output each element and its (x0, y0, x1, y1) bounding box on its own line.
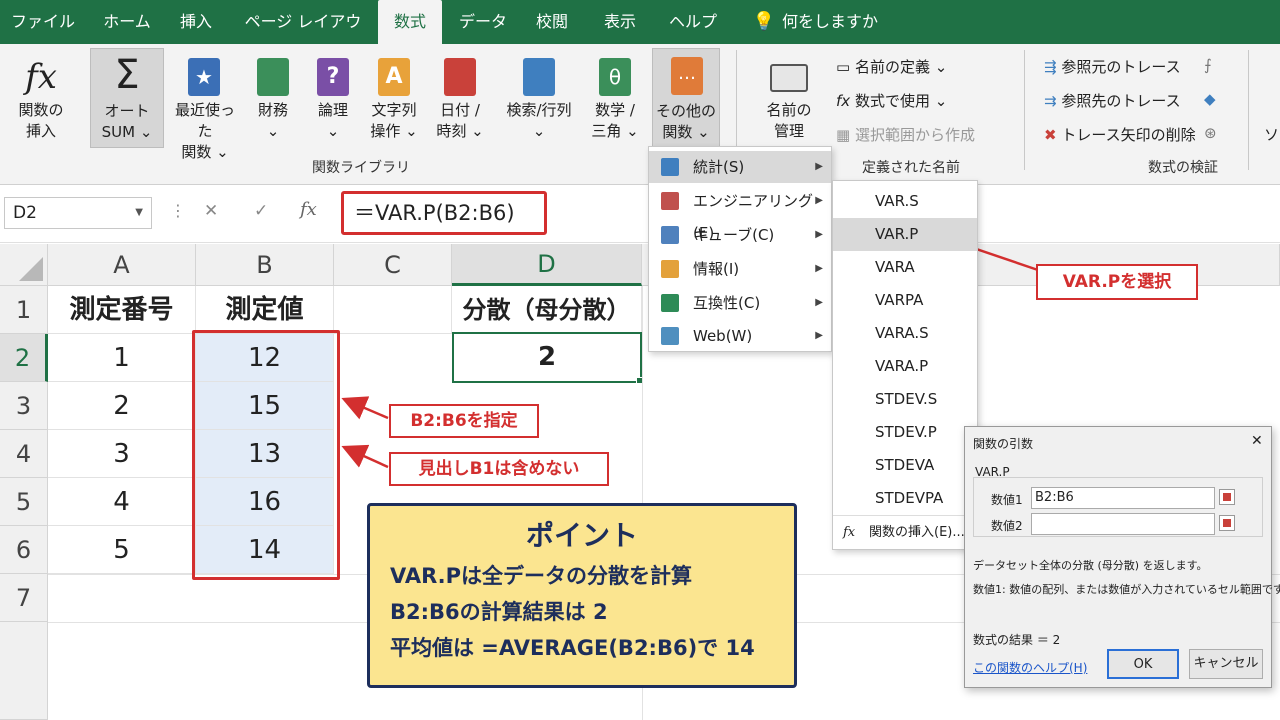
point-line-1: VAR.Pは全データの分散を計算 (390, 564, 693, 588)
cube-label: キューブ(C) (693, 226, 775, 244)
close-icon[interactable]: ✕ (1251, 433, 1263, 449)
stat-item-vara-p[interactable]: VARA.P (833, 350, 977, 383)
insert-function-label: 関数の挿入(E)... (869, 525, 965, 540)
collapse-dialog-icon[interactable] (1219, 489, 1235, 505)
range-select-icon (1223, 493, 1231, 501)
arg1-input[interactable]: B2:B6 (1031, 487, 1215, 509)
arg2-label: 数値2 (991, 519, 1023, 533)
dialog-title: 関数の引数 (973, 437, 1034, 451)
information-icon (661, 260, 679, 278)
fx-icon: fx (843, 525, 856, 540)
statistical-submenu: VAR.S VAR.P VARA VARPA VARA.S VARA.P STD… (832, 180, 978, 550)
menu-item-information[interactable]: 情報(I) ▶ (649, 253, 831, 285)
menu-item-statistical[interactable]: 統計(S) ▶ (649, 151, 831, 183)
stat-item-stdeva[interactable]: STDEVA (833, 449, 977, 482)
more-functions-menu: 統計(S) ▶ エンジニアリング(E) ▶ キューブ(C) ▶ 情報(I) ▶ … (648, 146, 832, 352)
engineering-icon (661, 192, 679, 210)
formula-result: 数式の結果 ＝ 2 (973, 633, 1061, 647)
argument-description: 数値1: 数値の配列、または数値が入力されているセル範囲です。 (973, 583, 1280, 596)
information-label: 情報(I) (693, 260, 740, 278)
submenu-arrow-icon: ▶ (815, 161, 823, 172)
web-icon (661, 327, 679, 345)
function-help-link[interactable]: この関数のヘルプ(H) (973, 659, 1087, 676)
collapse-dialog-icon[interactable] (1219, 515, 1235, 531)
arg2-input[interactable] (1031, 513, 1215, 535)
menu-item-engineering[interactable]: エンジニアリング(E) ▶ (649, 185, 831, 242)
point-line-2: B2:B6の計算結果は 2 (390, 600, 608, 624)
stat-item-var-p[interactable]: VAR.P (833, 218, 977, 251)
callout-range: B2:B6を指定 (389, 404, 539, 438)
function-description: データセット全体の分散 (母分散) を返します。 (973, 559, 1208, 572)
compatibility-icon (661, 294, 679, 312)
point-line-3: 平均値は =AVERAGE(B2:B6)で 14 (390, 636, 755, 660)
callout-no-header: 見出しB1は含めない (389, 452, 609, 486)
menu-item-web[interactable]: Web(W) ▶ (649, 321, 831, 353)
stat-item-stdevpa[interactable]: STDEVPA (833, 482, 977, 515)
arrow-to-range (341, 396, 389, 420)
submenu-arrow-icon: ▶ (815, 263, 823, 274)
point-note-box: ポイント VAR.Pは全データの分散を計算 B2:B6の計算結果は 2 平均値は… (367, 503, 797, 688)
stat-item-varpa[interactable]: VARPA (833, 284, 977, 317)
stat-item-stdev-s[interactable]: STDEV.S (833, 383, 977, 416)
menu-divider (833, 515, 977, 516)
stat-insert-function[interactable]: fx 関数の挿入(E)... (833, 517, 977, 549)
point-title: ポイント (525, 519, 638, 552)
submenu-arrow-icon: ▶ (815, 195, 823, 206)
menu-item-cube[interactable]: キューブ(C) ▶ (649, 219, 831, 251)
function-arguments-dialog: 関数の引数 ✕ VAR.P 数値1 B2:B6 数値2 データセット全体の分散 … (964, 426, 1280, 688)
stat-item-var-s[interactable]: VAR.S (833, 185, 977, 218)
ok-button[interactable]: OK (1107, 649, 1179, 679)
cube-icon (661, 226, 679, 244)
web-label: Web(W) (693, 327, 753, 345)
submenu-arrow-icon: ▶ (815, 229, 823, 240)
statistical-label: 統計(S) (693, 158, 745, 176)
range-select-icon (1223, 519, 1231, 527)
callout-select-varp: VAR.Pを選択 (1036, 264, 1198, 300)
arrow-to-header (341, 444, 389, 469)
stat-item-vara[interactable]: VARA (833, 251, 977, 284)
statistical-icon (661, 158, 679, 176)
submenu-arrow-icon: ▶ (815, 330, 823, 341)
cancel-button[interactable]: キャンセル (1189, 649, 1263, 679)
arg1-label: 数値1 (991, 493, 1023, 507)
compatibility-label: 互換性(C) (693, 294, 761, 312)
menu-item-compatibility[interactable]: 互換性(C) ▶ (649, 287, 831, 319)
stat-item-stdev-p[interactable]: STDEV.P (833, 416, 977, 449)
stat-item-vara-s[interactable]: VARA.S (833, 317, 977, 350)
submenu-arrow-icon: ▶ (815, 297, 823, 308)
